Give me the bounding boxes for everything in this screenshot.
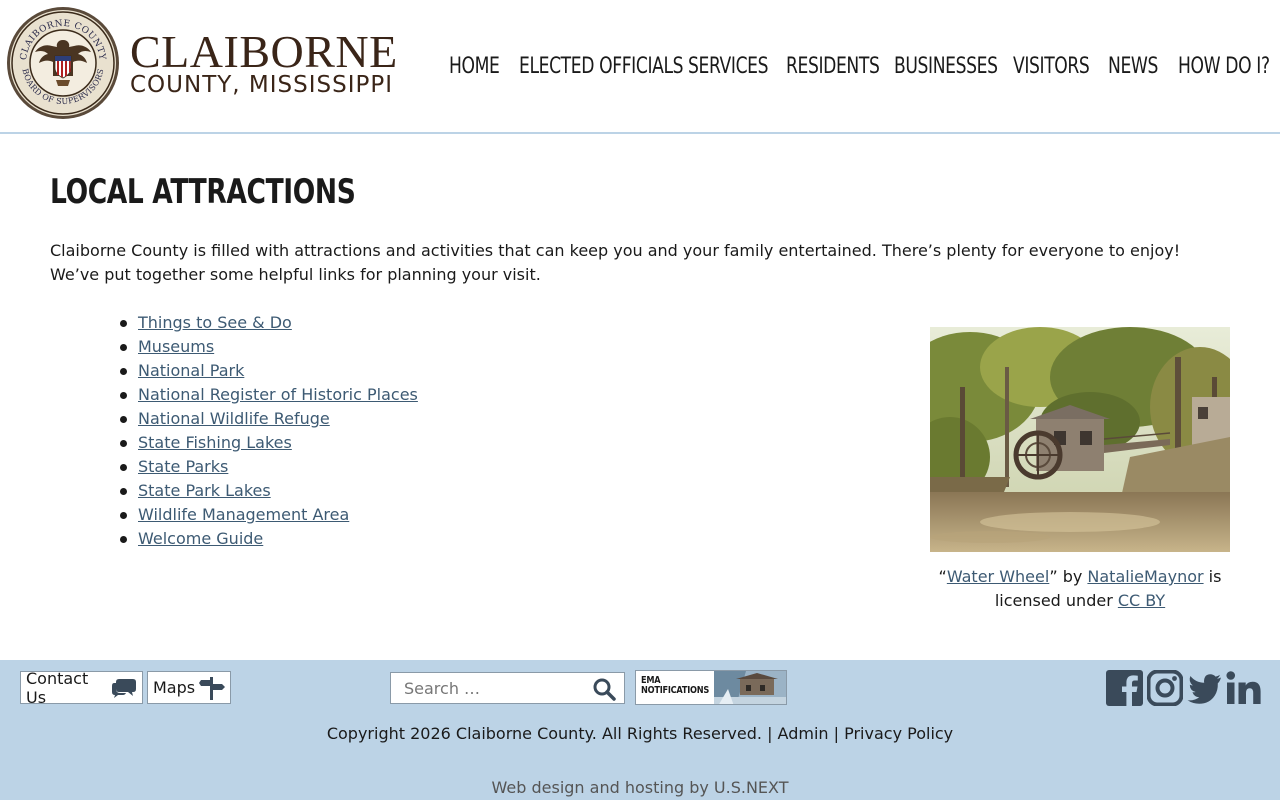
link-national-park[interactable]: National Park [138,361,244,380]
list-item: Wildlife Management Area [120,503,418,527]
list-item: Things to See & Do [120,311,418,335]
linkedin-icon [1226,671,1261,704]
link-national-wildlife-refuge[interactable]: National Wildlife Refuge [138,409,330,428]
signpost-icon [199,676,225,700]
contact-us-label: Contact Us [26,668,89,707]
ema-notifications-banner[interactable]: EMA NOTIFICATIONS [635,670,787,705]
copyright-line: Copyright 2026 Claiborne County. All Rig… [0,722,1280,746]
list-item: Welcome Guide [120,527,418,551]
list-item: National Wildlife Refuge [120,407,418,431]
nav-news[interactable]: NEWS [1108,52,1172,82]
link-museums[interactable]: Museums [138,337,214,356]
list-item: National Park [120,359,418,383]
list-item: Museums [120,335,418,359]
photo-license-link[interactable]: CC BY [1118,591,1165,610]
maps-button[interactable]: Maps [147,671,231,704]
site-footer: Contact Us Maps Search … EMA NOTIFICATIO… [0,660,1280,800]
link-state-park-lakes[interactable]: State Park Lakes [138,481,271,500]
list-item: State Park Lakes [120,479,418,503]
link-welcome-guide[interactable]: Welcome Guide [138,529,263,548]
list-item: State Fishing Lakes [120,431,418,455]
twitter-link[interactable] [1186,670,1222,706]
link-things-to-see-do[interactable]: Things to See & Do [138,313,292,332]
photo-author-link[interactable]: NatalieMaynor [1087,567,1203,586]
contact-us-button[interactable]: Contact Us [20,668,143,707]
nav-services[interactable]: SERVICES [688,52,791,82]
linkedin-link[interactable] [1226,670,1262,706]
design-credit-link[interactable]: Web design and hosting by U.S.NEXT [492,778,789,797]
instagram-link[interactable] [1146,669,1184,707]
intro-paragraph: Claiborne County is filled with attracti… [50,241,1181,284]
search-icon [593,678,616,701]
search-input[interactable] [391,673,586,703]
water-wheel-photo [930,327,1230,552]
list-item: State Parks [120,455,418,479]
nav-residents[interactable]: RESIDENTS [786,52,906,82]
separator: | [761,724,778,743]
facebook-link[interactable] [1106,670,1143,706]
nav-home[interactable]: HOME [449,52,514,82]
twitter-icon [1187,674,1221,704]
privacy-policy-link[interactable]: Privacy Policy [844,724,953,743]
attraction-links: Things to See & Do Museums National Park… [120,311,418,551]
photo-caption: “Water Wheel” by NatalieMaynor is licens… [930,565,1230,613]
footer-search [390,672,625,704]
nav-visitors[interactable]: VISITORS [1013,52,1111,82]
maps-label: Maps [153,678,196,697]
water-wheel-image [930,327,1230,552]
page-title: LOCAL ATTRACTIONS [50,172,356,212]
separator: | [828,724,845,743]
photo-title-link[interactable]: Water Wheel [947,567,1049,586]
link-national-register[interactable]: National Register of Historic Places [138,385,418,404]
nav-businesses[interactable]: BUSINESSES [894,52,1027,82]
link-state-parks[interactable]: State Parks [138,457,228,476]
instagram-icon [1146,669,1184,707]
caption-by-text: ” by [1049,567,1088,586]
site-header: CLAIBORNE COUNTY BOARD OF SUPERVISORS CL… [0,0,1280,134]
main-nav: HOME ELECTED OFFICIALS SERVICES RESIDENT… [0,52,1280,86]
admin-link[interactable]: Admin [778,724,829,743]
design-credit: Web design and hosting by U.S.NEXT [0,776,1280,800]
ema-line-2: NOTIFICATIONS [641,685,710,696]
speech-bubbles-icon [111,677,137,699]
link-state-fishing-lakes[interactable]: State Fishing Lakes [138,433,292,452]
search-button[interactable] [592,677,616,701]
ema-notifications-text: EMA NOTIFICATIONS [641,676,709,696]
facebook-icon [1106,670,1143,706]
link-wildlife-management-area[interactable]: Wildlife Management Area [138,505,349,524]
nav-how-do-i[interactable]: HOW DO I? [1178,52,1280,82]
copyright-text: Copyright 2026 Claiborne County. All Rig… [326,724,762,743]
caption-open-quote: “ [938,567,947,586]
list-item: National Register of Historic Places [120,383,418,407]
